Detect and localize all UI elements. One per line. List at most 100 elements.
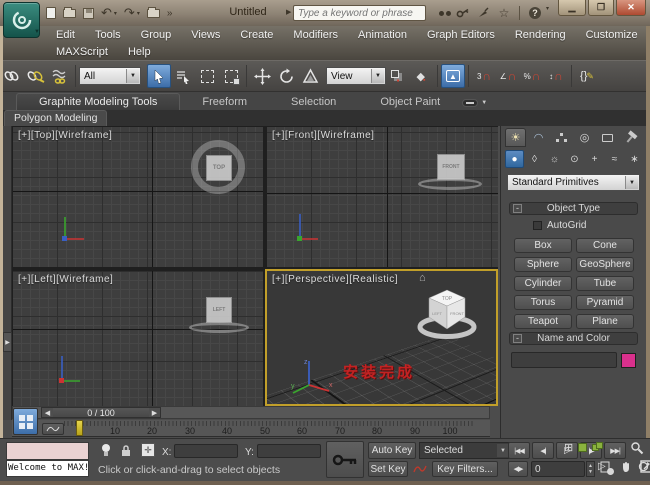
- next-frame-arrow-icon[interactable]: ▶: [149, 408, 160, 417]
- zoom-extents-all-icon[interactable]: [592, 442, 604, 453]
- viewport-label[interactable]: [+][Left][Wireframe]: [18, 274, 113, 285]
- select-object-button[interactable]: [147, 64, 171, 88]
- menu-tools[interactable]: Tools: [85, 29, 131, 41]
- application-menu-button[interactable]: ▼: [3, 2, 40, 38]
- snaps-toggle-3d-icon[interactable]: 3 ∩: [472, 64, 496, 88]
- primitive-category-dropdown[interactable]: Standard Primitives ▼: [507, 174, 640, 191]
- subtab-shapes[interactable]: ◊: [525, 150, 544, 168]
- select-and-move-icon[interactable]: [250, 64, 274, 88]
- tab-modify[interactable]: ◠: [528, 128, 549, 147]
- viewcube-3d[interactable]: TOP LEFT FRONT: [413, 285, 481, 343]
- go-to-end-button[interactable]: ▶▶|: [604, 442, 626, 459]
- previous-frame-arrow-icon[interactable]: ◀: [42, 408, 53, 417]
- viewport-front[interactable]: FRONT [+][Front][Wireframe]: [267, 127, 498, 267]
- track-bar-ruler[interactable]: 10 20 30 40 50 60 70 80 90 100: [12, 420, 490, 437]
- angle-snap-toggle-icon[interactable]: ∠ ∩: [496, 64, 520, 88]
- viewcube-home-icon[interactable]: ⌂: [419, 272, 426, 284]
- set-key-button[interactable]: Set Key: [368, 461, 408, 477]
- object-type-rollout[interactable]: - Object Type: [509, 202, 638, 215]
- close-button[interactable]: ✕: [616, 0, 646, 16]
- subtab-systems[interactable]: ∗: [625, 150, 644, 168]
- viewport-layout-tabs-button[interactable]: [13, 408, 38, 435]
- ribbon-panel-polygon-modeling[interactable]: Polygon Modeling: [4, 110, 108, 126]
- button-tube[interactable]: Tube: [576, 276, 634, 291]
- subtab-lights[interactable]: ☼: [545, 150, 564, 168]
- button-pyramid[interactable]: Pyramid: [576, 295, 634, 310]
- viewcube-ring[interactable]: [189, 322, 249, 333]
- absolute-offset-mode-icon[interactable]: ✛: [141, 443, 155, 457]
- ribbon-tab-graphite[interactable]: Graphite Modeling Tools: [16, 93, 181, 110]
- unlink-selection-icon[interactable]: [24, 64, 48, 88]
- menu-rendering[interactable]: Rendering: [505, 29, 576, 41]
- bind-to-space-warp-icon[interactable]: [48, 64, 72, 88]
- zoom-all-icon[interactable]: ⊞: [564, 441, 573, 454]
- menu-customize[interactable]: Customize: [576, 29, 648, 41]
- save-file-icon[interactable]: [83, 7, 94, 19]
- time-slider-track[interactable]: ◀ 0 / 100 ▶: [12, 406, 490, 419]
- button-torus[interactable]: Torus: [514, 295, 572, 310]
- select-by-name-icon[interactable]: [171, 64, 195, 88]
- select-and-rotate-icon[interactable]: [274, 64, 298, 88]
- zoom-extents-icon[interactable]: [578, 443, 588, 452]
- maxscript-listener-pink[interactable]: [6, 442, 89, 460]
- object-name-field[interactable]: [511, 352, 617, 368]
- percent-snap-toggle-icon[interactable]: % ∩: [520, 64, 544, 88]
- viewport-label[interactable]: [+][Perspective][Realistic]: [272, 274, 398, 285]
- window-crossing-icon[interactable]: [219, 64, 243, 88]
- undo-dropdown-icon[interactable]: ▾: [114, 10, 117, 17]
- tab-motion[interactable]: ◎: [574, 128, 595, 147]
- subtab-geometry[interactable]: ●: [505, 150, 524, 168]
- auto-key-button[interactable]: Auto Key: [368, 442, 416, 459]
- keyboard-shortcut-override-button[interactable]: ▲: [441, 64, 465, 88]
- search-binoculars-icon[interactable]: [432, 5, 450, 21]
- viewcube-ring[interactable]: [418, 178, 482, 190]
- menu-modifiers[interactable]: Modifiers: [283, 29, 348, 41]
- subtab-space-warps[interactable]: ≈: [605, 150, 624, 168]
- use-pivot-point-center-icon[interactable]: ▪: [386, 64, 410, 88]
- default-in-out-tangents-icon[interactable]: [412, 461, 428, 477]
- redo-dropdown-icon[interactable]: ▾: [137, 10, 140, 17]
- open-file-icon[interactable]: [63, 6, 76, 18]
- frame-spinner[interactable]: ▲ ▼: [586, 461, 595, 477]
- key-filters-button[interactable]: Key Filters...: [432, 461, 498, 477]
- previous-frame-button[interactable]: ◀|: [532, 442, 554, 459]
- menu-help[interactable]: Help: [118, 46, 161, 58]
- menu-group[interactable]: Group: [131, 29, 182, 41]
- select-and-scale-icon[interactable]: [298, 64, 322, 88]
- layout-tab-flyout-icon[interactable]: ▶: [3, 332, 12, 352]
- y-coordinate-field[interactable]: [257, 444, 321, 458]
- selection-filter-dropdown[interactable]: All ▼: [79, 67, 141, 85]
- menu-animation[interactable]: Animation: [348, 29, 417, 41]
- selection-lock-icon[interactable]: [120, 444, 132, 457]
- maxscript-listener-white[interactable]: Welcome to MAX!: [6, 460, 89, 477]
- undo-icon[interactable]: ↶: [101, 5, 112, 21]
- viewport-left[interactable]: LEFT [+][Left][Wireframe]: [13, 271, 263, 406]
- button-teapot[interactable]: Teapot: [514, 314, 572, 329]
- tab-hierarchy[interactable]: [551, 128, 572, 147]
- menu-edit[interactable]: Edit: [46, 29, 85, 41]
- viewcube-front-face[interactable]: FRONT: [437, 154, 465, 180]
- viewcube-top-face[interactable]: TOP: [206, 155, 232, 181]
- current-frame-field[interactable]: [531, 461, 585, 477]
- name-and-color-rollout[interactable]: - Name and Color: [509, 332, 638, 345]
- button-box[interactable]: Box: [514, 238, 572, 253]
- button-geosphere[interactable]: GeoSphere: [576, 257, 634, 272]
- key-mode-dropdown[interactable]: Selected ▼: [419, 442, 511, 459]
- communication-center-icon[interactable]: [474, 5, 492, 21]
- ribbon-tab-selection[interactable]: Selection: [269, 94, 358, 110]
- key-mode-toggle-button[interactable]: ◀▶: [508, 461, 528, 477]
- project-folder-icon[interactable]: [146, 6, 160, 18]
- tab-create[interactable]: ☀: [505, 128, 526, 147]
- rectangular-selection-region-icon[interactable]: [195, 64, 219, 88]
- button-sphere[interactable]: Sphere: [514, 257, 572, 272]
- viewport-perspective[interactable]: ⌂ TOP LEFT FRONT 安装完成 z x y [+][Perspectiv…: [265, 269, 498, 406]
- ribbon-tab-object-paint[interactable]: Object Paint: [358, 94, 462, 110]
- go-to-start-button[interactable]: |◀◀: [508, 442, 530, 459]
- rollout-collapse-icon[interactable]: -: [513, 204, 522, 213]
- x-coordinate-field[interactable]: [174, 444, 238, 458]
- pan-view-icon[interactable]: [620, 460, 632, 473]
- tab-utilities[interactable]: [620, 128, 641, 147]
- favorites-star-icon[interactable]: ☆: [495, 5, 513, 21]
- autogrid-checkbox[interactable]: [533, 221, 542, 230]
- key-license-icon[interactable]: [453, 5, 471, 21]
